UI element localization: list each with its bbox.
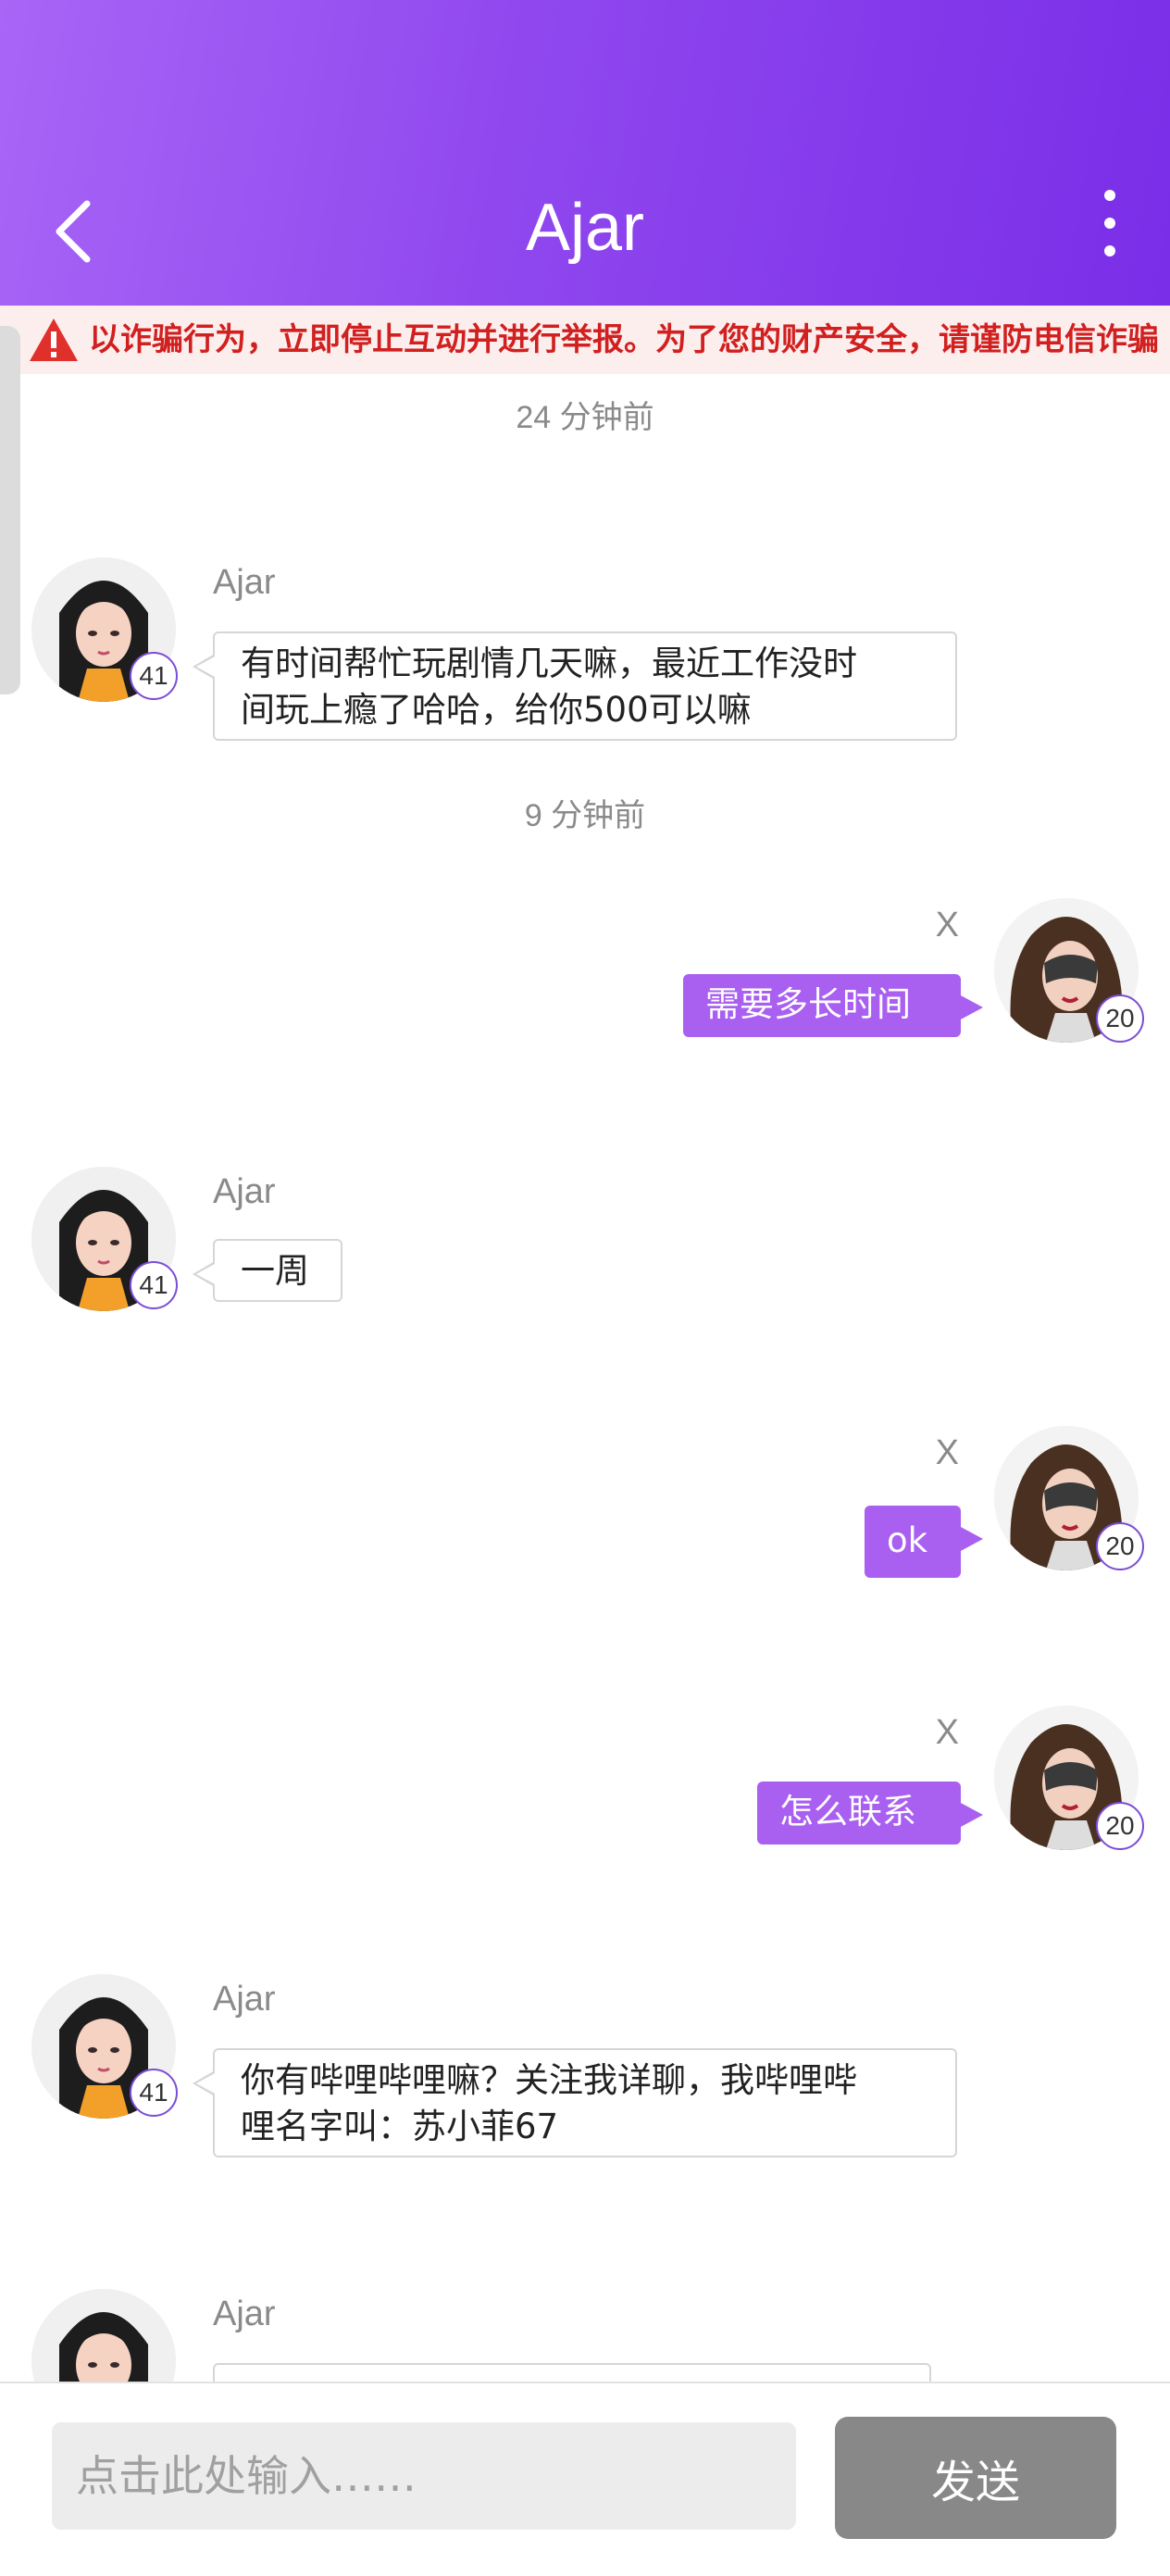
drawer-handle[interactable] <box>0 326 20 694</box>
avatar-ajar[interactable]: 41 <box>31 1167 178 1311</box>
message-text-line: 你有哔哩哔哩嘛？关注我详聊，我哔哩哔 <box>241 2060 857 2100</box>
sender-name: X <box>935 1713 959 1752</box>
message-text-line: 有时间帮忙玩剧情几天嘛，最近工作没时 <box>241 644 857 683</box>
sender-name: Ajar <box>213 563 276 602</box>
avatar-x[interactable]: 20 <box>994 1706 1144 1850</box>
timestamp: 24 分钟前 <box>516 400 654 435</box>
chat-title: Ajar <box>525 191 645 265</box>
level-badge: 41 <box>130 1261 178 1309</box>
message-input[interactable] <box>52 2422 796 2530</box>
chat-header: Ajar <box>0 0 1170 306</box>
level-badge: 20 <box>1096 1802 1144 1850</box>
level-badge: 20 <box>1096 994 1144 1043</box>
sender-name: X <box>935 1433 959 1472</box>
message-bubble[interactable]: 一周 <box>193 1239 342 1302</box>
message-bubble[interactable]: 你有哔哩哔哩嘛？关注我详聊，我哔哩哔 哩名字叫：苏小菲67 <box>193 2048 957 2157</box>
sender-name: Ajar <box>213 2295 276 2333</box>
my-message-bubble[interactable]: 需要多长时间 <box>683 974 983 1037</box>
warning-triangle-icon <box>30 319 78 361</box>
send-button[interactable]: 发送 <box>835 2417 1116 2539</box>
fraud-warning-banner: 以诈骗行为，立即停止互动并进行举报。为了您的财产安全，请谨防电信诈骗 <box>0 306 1170 374</box>
avatar-x[interactable]: 20 <box>994 1426 1144 1570</box>
my-message-bubble[interactable]: 怎么联系 <box>757 1782 983 1844</box>
timestamp: 9 分钟前 <box>524 798 646 833</box>
message-input-bar: 发送 <box>0 2382 1170 2576</box>
sender-name: X <box>935 906 959 944</box>
message-text-line: 间玩上瘾了哈哈，给你500可以嘛 <box>241 690 752 730</box>
level-badge: 20 <box>1096 1522 1144 1570</box>
my-message-bubble[interactable]: ok <box>865 1506 983 1578</box>
message-text: 一周 <box>241 1251 309 1291</box>
warning-text: 以诈骗行为，立即停止互动并进行举报。为了您的财产安全，请谨防电信诈骗 <box>89 321 1159 358</box>
avatar-ajar[interactable]: 41 <box>31 557 178 702</box>
more-options-icon[interactable] <box>1096 190 1124 273</box>
sender-name: Ajar <box>213 1172 276 1211</box>
level-badge: 41 <box>130 652 178 700</box>
level-badge: 41 <box>130 2069 178 2117</box>
avatar-ajar[interactable]: 41 <box>31 1974 178 2119</box>
message-text-line: 哩名字叫：苏小菲67 <box>241 2107 559 2146</box>
message-bubble[interactable]: 有时间帮忙玩剧情几天嘛，最近工作没时 间玩上瘾了哈哈，给你500可以嘛 <box>193 631 957 741</box>
avatar-x[interactable]: 20 <box>994 898 1144 1043</box>
sender-name: Ajar <box>213 1980 276 2019</box>
